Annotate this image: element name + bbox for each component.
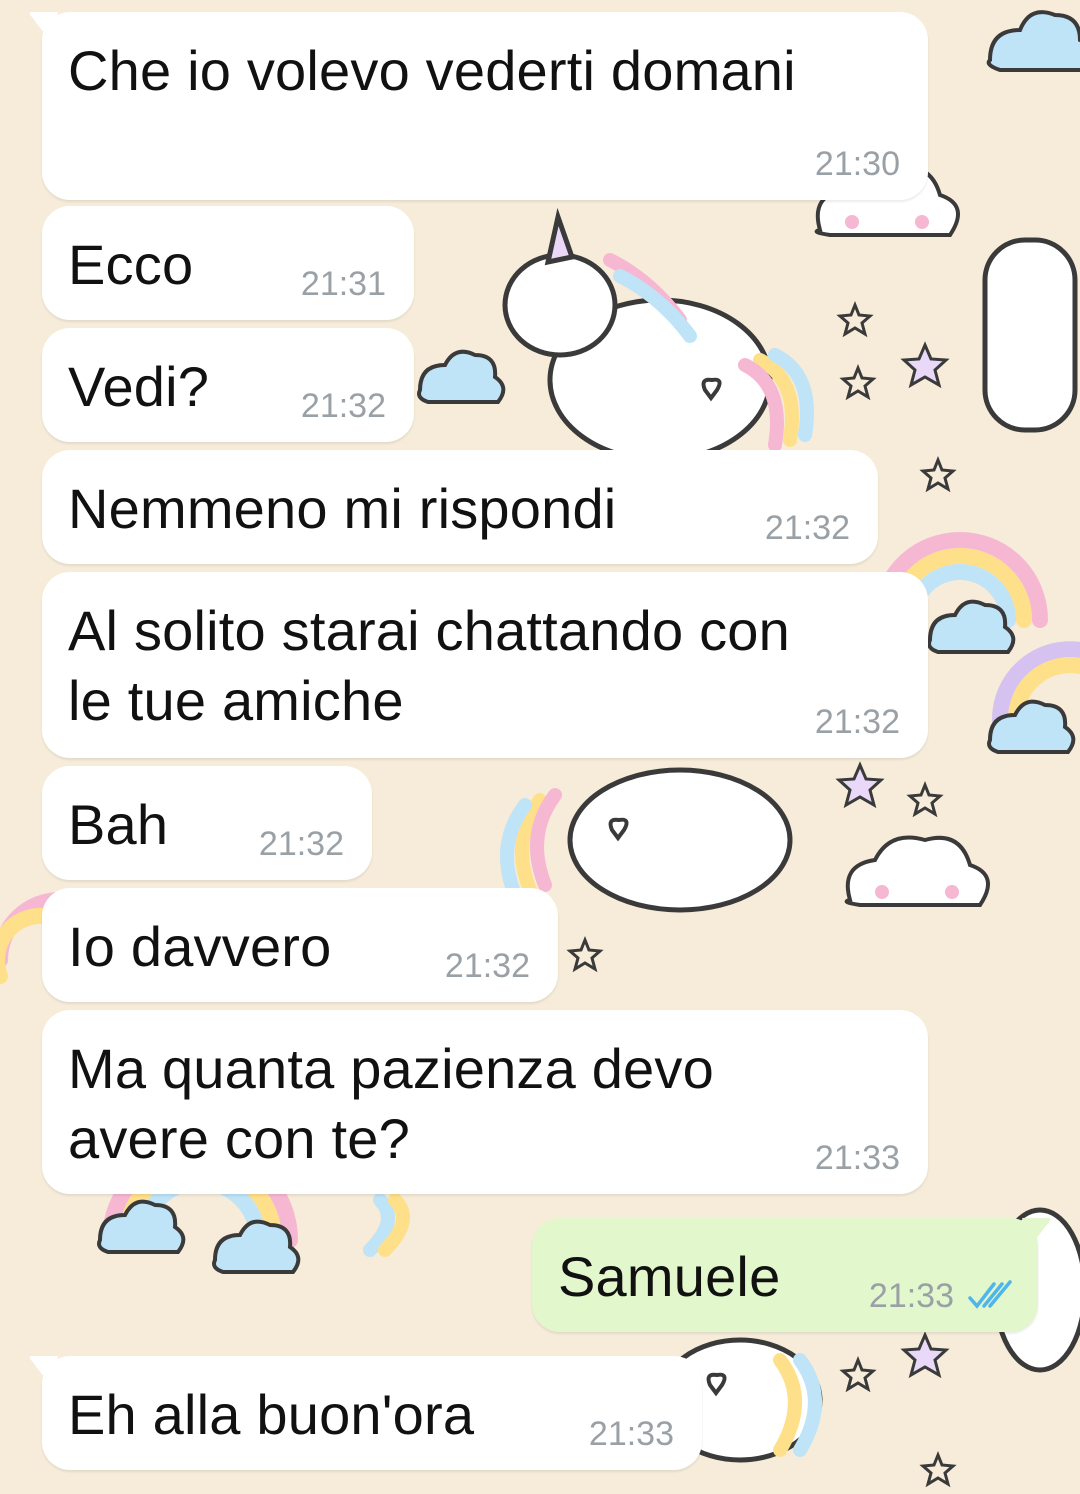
- message-text: Ma quanta pazienza devo avere con te?: [68, 1037, 714, 1170]
- message-text: Nemmeno mi rispondi: [68, 477, 617, 540]
- message-text: Al solito starai chattando con le tue am…: [68, 599, 790, 732]
- outgoing-message-bubble[interactable]: Samuele 21:33: [532, 1218, 1051, 1332]
- message-text: Eh alla buon'ora: [68, 1383, 475, 1446]
- message-text: Io davvero: [68, 915, 332, 978]
- message-bubble[interactable]: Nemmeno mi rispondi 21:32: [42, 450, 878, 564]
- double-check-read-icon: [968, 1280, 1012, 1309]
- cloud-decoration: [927, 599, 1016, 654]
- message-timestamp: 21:33: [868, 1277, 954, 1315]
- message-text: Che io volevo vederti domani: [68, 39, 796, 102]
- cloud-decoration: [417, 349, 506, 404]
- message-timestamp: 21:32: [300, 387, 386, 425]
- message-timestamp: 21:33: [814, 1139, 900, 1177]
- message-bubble[interactable]: Ecco 21:31: [42, 206, 414, 320]
- message-text: Samuele: [558, 1245, 781, 1308]
- message-bubble[interactable]: Bah 21:32: [42, 766, 372, 880]
- cloud-decoration: [986, 10, 1080, 72]
- bubble-tail: [29, 1356, 58, 1382]
- bubble-tail: [1022, 1218, 1051, 1244]
- unicorn-decoration: [502, 207, 773, 463]
- message-timestamp: 21:33: [588, 1415, 674, 1453]
- message-bubble[interactable]: Eh alla buon'ora 21:33: [29, 1356, 702, 1470]
- message-text: Vedi?: [68, 355, 210, 418]
- message-timestamp: 21:32: [258, 825, 344, 863]
- message-timestamp: 21:32: [444, 947, 530, 985]
- message-timestamp: 21:32: [764, 509, 850, 547]
- message-bubble[interactable]: Ma quanta pazienza devo avere con te? 21…: [42, 1010, 928, 1194]
- message-bubble[interactable]: Al solito starai chattando con le tue am…: [42, 572, 928, 758]
- message-text: Ecco: [68, 233, 194, 296]
- message-text: Bah: [68, 793, 169, 856]
- bubble-tail: [29, 12, 58, 38]
- message-timestamp: 21:32: [814, 703, 900, 741]
- message-bubble[interactable]: Vedi? 21:32: [42, 328, 414, 442]
- message-bubble[interactable]: Io davvero 21:32: [42, 888, 558, 1002]
- message-timestamp: 21:31: [300, 265, 386, 303]
- message-timestamp: 21:30: [814, 145, 900, 183]
- message-bubble[interactable]: Che io volevo vederti domani 21:30: [29, 12, 928, 200]
